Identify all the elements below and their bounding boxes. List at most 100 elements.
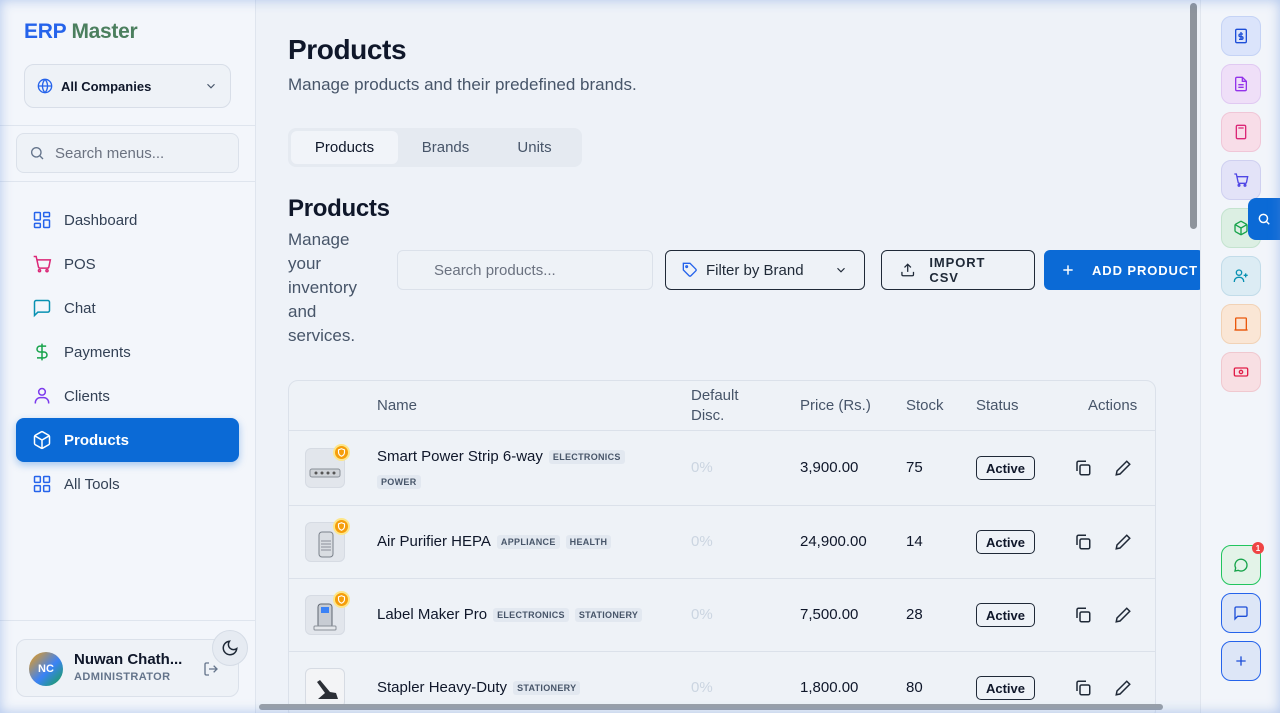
sidebar-item-all-tools[interactable]: All Tools [16,462,239,506]
sidebar-item-label: Dashboard [64,211,138,229]
user-card[interactable]: NC Nuwan Chath... ADMINISTRATOR [16,639,239,697]
add-product-label: ADD PRODUCT [1092,262,1198,278]
box-icon [33,430,51,450]
document-icon [1235,76,1247,92]
message-circle-icon [1234,558,1248,572]
shield-badge-icon [333,444,350,461]
vertical-scrollbar[interactable] [1190,3,1197,229]
tag-chip: HEALTH [565,535,612,550]
logout-icon[interactable] [203,661,219,677]
edit-pencil-icon[interactable] [1114,606,1132,624]
column-header-stock: Stock [906,397,944,414]
add-product-button[interactable]: ADD PRODUCT [1044,250,1200,290]
default-discount: 0% [691,606,713,623]
floating-search-button[interactable] [1248,198,1280,240]
tab-units[interactable]: Units [493,131,576,164]
copy-icon[interactable] [1074,533,1092,551]
default-discount: 0% [691,533,713,550]
table-row[interactable]: Air Purifier HEPA APPLIANCE HEALTH 0% 24,9… [289,506,1155,579]
calculator-button[interactable] [1221,112,1261,152]
building-button[interactable] [1221,304,1261,344]
sidebar-item-dashboard[interactable]: Dashboard [16,198,239,242]
dollar-icon [36,343,48,361]
tag-chip: APPLIANCE [496,535,560,550]
sidebar-item-label: Clients [64,387,110,405]
logo-part-master: Master [71,20,138,43]
section-title: Products [288,195,390,222]
copy-icon[interactable] [1074,606,1092,624]
column-header-name: Name [377,397,418,414]
theme-toggle-button[interactable] [212,630,248,666]
menu-search-input[interactable]: Search menus... [16,133,239,173]
sidebar-item-label: Products [64,431,130,449]
moon-icon [222,640,238,656]
tab-products[interactable]: Products [291,131,398,164]
product-name-cell: Air Purifier HEPA APPLIANCE HEALTH [377,533,612,550]
copy-icon[interactable] [1074,679,1092,697]
sidebar-item-payments[interactable]: Payments [16,330,239,374]
import-csv-label: IMPORT CSV [929,255,986,285]
stapler-image [317,680,338,699]
cart-button[interactable] [1221,160,1261,200]
stock: 28 [906,606,923,623]
edit-pencil-icon[interactable] [1114,533,1132,551]
stock: 75 [906,459,923,476]
menu-search-placeholder: Search menus... [55,144,165,162]
cash-icon [1233,367,1249,377]
messages-button[interactable] [1221,593,1261,633]
tag-icon [682,262,697,277]
price: 1,800.00 [800,679,859,696]
column-header-status: Status [976,397,1019,414]
table-row[interactable]: Label Maker Pro ELECTRONICS STATIONERY 0% … [289,579,1155,652]
chat-icon [1234,606,1248,621]
sidebar-item-products[interactable]: Products [16,418,239,462]
product-search-input[interactable]: Search products... [397,250,653,290]
price: 3,900.00 [800,459,859,476]
sidebar-item-label: Chat [64,299,96,317]
invoice-button[interactable] [1221,16,1261,56]
sidebar-divider [0,125,256,126]
brand-filter-select[interactable]: Filter by Brand [665,250,865,290]
tag-chip: ELECTRONICS [548,450,625,465]
document-button[interactable] [1221,64,1261,104]
dashboard-icon [33,211,51,229]
edit-pencil-icon[interactable] [1114,679,1132,697]
copy-icon[interactable] [1074,459,1092,477]
user-name: Nuwan Chath... [74,651,183,668]
sidebar-item-label: POS [64,255,96,273]
search-icon [31,147,44,160]
add-shortcut-button[interactable] [1221,641,1261,681]
table-row[interactable]: Smart Power Strip 6-way ELECTRONICS POWER… [289,431,1155,506]
edit-pencil-icon[interactable] [1114,459,1132,477]
sidebar-item-pos[interactable]: POS [16,242,239,286]
avatar: NC [29,652,63,686]
import-csv-button[interactable]: IMPORT CSV [881,250,1035,290]
main-content: Products Manage products and their prede… [256,0,1200,713]
logo-part-erp: ERP [24,20,66,43]
company-select-value: All Companies [61,78,152,94]
app-logo[interactable]: ERP Master [24,20,138,44]
user-role: ADMINISTRATOR [74,671,171,683]
tab-brands[interactable]: Brands [398,131,493,164]
stock: 80 [906,679,923,696]
products-table: Name Default Disc. Price (Rs.) Stock Sta… [288,380,1156,713]
product-search-placeholder: Search products... [434,261,556,279]
plus-icon [1063,265,1073,275]
brand-filter-label: Filter by Brand [706,261,804,279]
product-name: Smart Power Strip 6-way [377,448,543,465]
company-select[interactable]: All Companies [24,64,231,108]
sidebar-item-chat[interactable]: Chat [16,286,239,330]
add-user-button[interactable] [1221,256,1261,296]
product-name: Stapler Heavy-Duty [377,679,508,696]
cash-button[interactable] [1221,352,1261,392]
shield-badge-icon [333,591,350,608]
horizontal-scrollbar[interactable] [259,704,1163,710]
sidebar: ERP Master All Companies Search menus...… [0,0,256,713]
box-icon [1234,220,1248,236]
sidebar-item-clients[interactable]: Clients [16,374,239,418]
user-icon [34,387,50,404]
tag-chip: ELECTRONICS [493,608,569,623]
column-header-actions: Actions [1088,397,1138,414]
product-name-cell: Label Maker Pro ELECTRONICS STATIONERY [377,606,643,623]
status-badge: Active [976,456,1035,480]
